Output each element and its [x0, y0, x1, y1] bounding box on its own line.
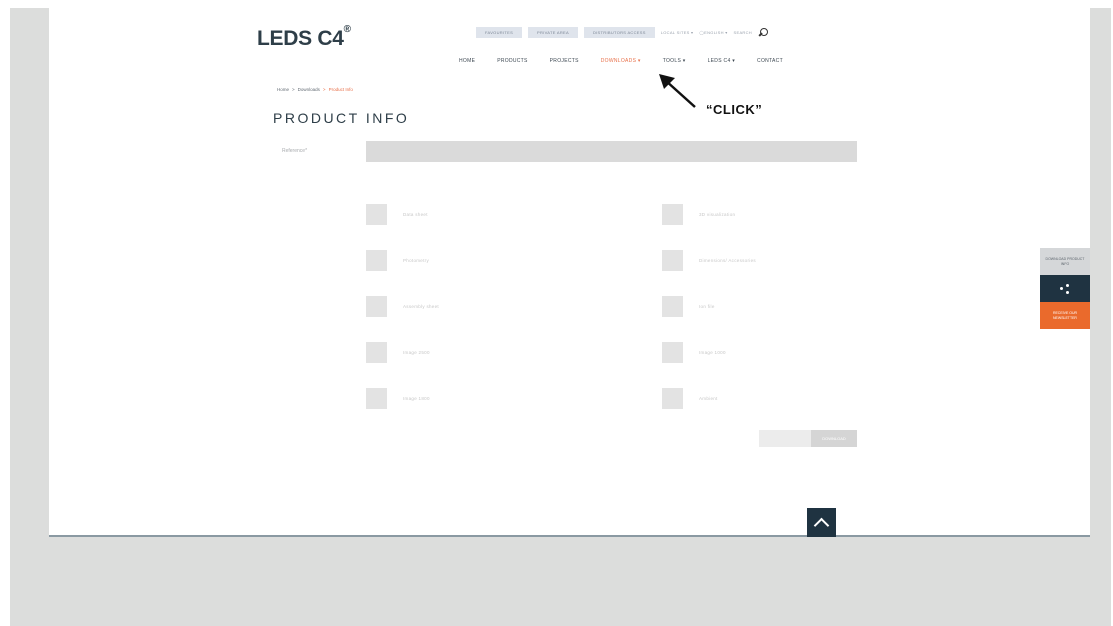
reference-input[interactable]	[366, 141, 857, 162]
download-product-info-tab[interactable]: DOWNLOAD PRODUCT INFO	[1040, 248, 1090, 275]
option-label: Photometry	[403, 258, 430, 263]
search-icon[interactable]	[758, 27, 769, 38]
chevron-up-icon	[813, 517, 830, 534]
nav-contact[interactable]: CONTACT	[757, 58, 783, 64]
breadcrumb-current: Product Info	[328, 87, 353, 92]
checkbox[interactable]	[366, 250, 387, 271]
main-navigation: HOME PRODUCTS PROJECTS DOWNLOADS ▾ TOOLS…	[459, 58, 783, 64]
nav-projects[interactable]: PROJECTS	[550, 58, 579, 64]
logo-mark: ®	[343, 24, 351, 35]
nav-products[interactable]: PRODUCTS	[497, 58, 527, 64]
nav-leds-c4[interactable]: LEDS C4 ▾	[708, 58, 735, 64]
checkbox[interactable]	[662, 342, 683, 363]
checkbox[interactable]	[662, 250, 683, 271]
option-image-1000[interactable]: Image 1000	[662, 342, 726, 363]
top-utility-bar: FAVOURITES PRIVATE AREA DISTRIBUTORS ACC…	[476, 27, 769, 38]
option-label: Assembly sheet	[403, 304, 439, 309]
option-data-sheet[interactable]: Data sheet	[366, 204, 428, 225]
option-label: 3D visualization	[699, 212, 736, 217]
favourites-link[interactable]: FAVOURITES	[476, 27, 523, 38]
option-label: Image 2500	[403, 350, 430, 355]
download-button-blank	[759, 430, 811, 447]
option-assembly-sheet[interactable]: Assembly sheet	[366, 296, 439, 317]
brand-logo[interactable]: LEDS C4®	[257, 24, 351, 51]
option-image-1800[interactable]: Image 1800	[366, 388, 430, 409]
click-annotation: “CLICK”	[706, 102, 763, 117]
side-tabs: DOWNLOAD PRODUCT INFO RECEIVE OUR NEWSLE…	[1040, 248, 1090, 329]
private-area-link[interactable]: PRIVATE AREA	[528, 27, 578, 38]
option-photometry[interactable]: Photometry	[366, 250, 429, 271]
breadcrumb-home[interactable]: Home	[277, 87, 289, 92]
breadcrumb-downloads[interactable]: Downloads	[298, 87, 320, 92]
web-page	[49, 8, 1090, 535]
distributors-access-link[interactable]: DISTRIBUTORS ACCESS	[583, 27, 655, 38]
nav-home[interactable]: HOME	[459, 58, 475, 64]
option-label: Image 1800	[403, 396, 430, 401]
nav-downloads[interactable]: DOWNLOADS ▾	[601, 58, 641, 64]
option-label: Data sheet	[403, 212, 428, 217]
checkbox[interactable]	[662, 388, 683, 409]
page-title: PRODUCT INFO	[273, 110, 410, 126]
local-sites-dropdown[interactable]: LOCAL SITES ▾	[661, 30, 694, 35]
download-button[interactable]: DOWNLOAD	[759, 430, 857, 447]
scroll-to-top-button[interactable]	[807, 508, 836, 537]
checkbox[interactable]	[662, 296, 683, 317]
option-label: Dimensions/ Accessories	[699, 258, 756, 263]
option-dimensions-accessories[interactable]: Dimensions/ Accessories	[662, 250, 756, 271]
breadcrumb-separator: >	[292, 87, 295, 92]
language-dropdown[interactable]: ◯ENGLISH ▾	[699, 30, 727, 35]
search-link[interactable]: SEARCH	[734, 30, 752, 35]
checkbox[interactable]	[366, 342, 387, 363]
download-button-label: DOWNLOAD	[811, 430, 857, 447]
option-ion-file[interactable]: Ion file	[662, 296, 715, 317]
checkbox[interactable]	[662, 204, 683, 225]
nav-tools[interactable]: TOOLS ▾	[663, 58, 686, 64]
reference-label: Reference*	[282, 148, 308, 154]
checkbox[interactable]	[366, 204, 387, 225]
share-tab[interactable]	[1040, 275, 1090, 302]
newsletter-tab[interactable]: RECEIVE OUR NEWSLETTER	[1040, 302, 1090, 329]
annotation-arrow-icon	[659, 74, 696, 108]
share-icon	[1060, 283, 1070, 294]
option-label: Ambient	[699, 396, 718, 401]
option-label: Image 1000	[699, 350, 726, 355]
breadcrumb-separator: >	[322, 87, 326, 92]
checkbox[interactable]	[366, 296, 387, 317]
breadcrumb: Home > Downloads > Product Info	[277, 87, 353, 92]
checkbox[interactable]	[366, 388, 387, 409]
option-image-2500[interactable]: Image 2500	[366, 342, 430, 363]
option-3d-visualization[interactable]: 3D visualization	[662, 204, 735, 225]
page-bottom-divider	[49, 535, 1090, 537]
option-label: Ion file	[699, 304, 715, 309]
option-ambient[interactable]: Ambient	[662, 388, 718, 409]
